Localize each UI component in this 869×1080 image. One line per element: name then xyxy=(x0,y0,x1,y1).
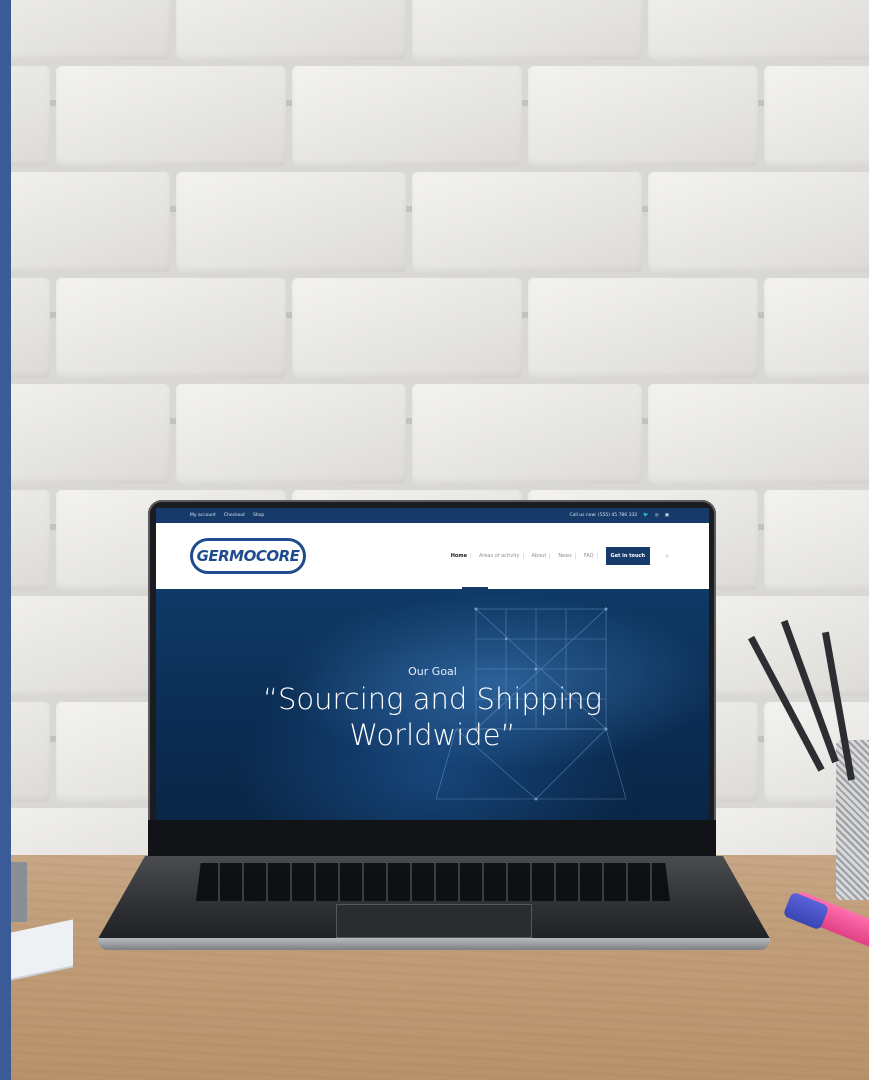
menu-item-areas[interactable]: Areas of activity xyxy=(476,553,524,559)
laptop-screen: My account Checkout Shop Call us now: (5… xyxy=(156,508,709,820)
phone-text: Call us now: (555) 45 786 332 xyxy=(569,513,638,518)
menu-item-home[interactable]: Home xyxy=(448,553,471,559)
my-account-link[interactable]: My account xyxy=(190,513,216,518)
website-topbar: My account Checkout Shop Call us now: (5… xyxy=(156,508,709,523)
hero-section: Our Goal “Sourcing and Shipping Worldwid… xyxy=(156,589,709,820)
menu-item-about[interactable]: About xyxy=(529,553,551,559)
topbar-right: Call us now: (555) 45 786 332 🐦 ◎ ▣ xyxy=(569,513,669,518)
dribbble-icon[interactable]: ◎ xyxy=(655,513,659,518)
laptop-keyboard xyxy=(196,863,670,901)
shop-link[interactable]: Shop xyxy=(253,513,264,518)
menu-item-faq[interactable]: FAQ xyxy=(581,553,598,559)
laptop-base-edge xyxy=(98,938,770,950)
laptop-bottom-bezel xyxy=(148,820,716,858)
main-menu: Home Areas of activity About News FAQ Ge… xyxy=(448,547,669,565)
laptop-touchpad xyxy=(336,904,532,938)
menu-item-news[interactable]: News xyxy=(555,553,576,559)
hero-kicker: Our Goal xyxy=(408,665,457,678)
book-stack xyxy=(11,862,27,922)
instagram-icon[interactable]: ▣ xyxy=(665,513,669,518)
left-accent-bar xyxy=(0,0,11,1080)
pencil-cup xyxy=(836,740,869,900)
topbar-links: My account Checkout Shop xyxy=(190,513,264,518)
germocore-logo[interactable]: GERMOCORE xyxy=(190,538,306,574)
twitter-icon[interactable]: 🐦 xyxy=(643,513,649,518)
checkout-link[interactable]: Checkout xyxy=(224,513,245,518)
hero-title: “Sourcing and Shipping Worldwide” xyxy=(262,682,603,752)
website-navbar: GERMOCORE Home Areas of activity About N… xyxy=(156,523,709,589)
get-in-touch-button[interactable]: Get in touch xyxy=(605,547,651,565)
search-icon[interactable]: ⌕ xyxy=(665,552,669,561)
